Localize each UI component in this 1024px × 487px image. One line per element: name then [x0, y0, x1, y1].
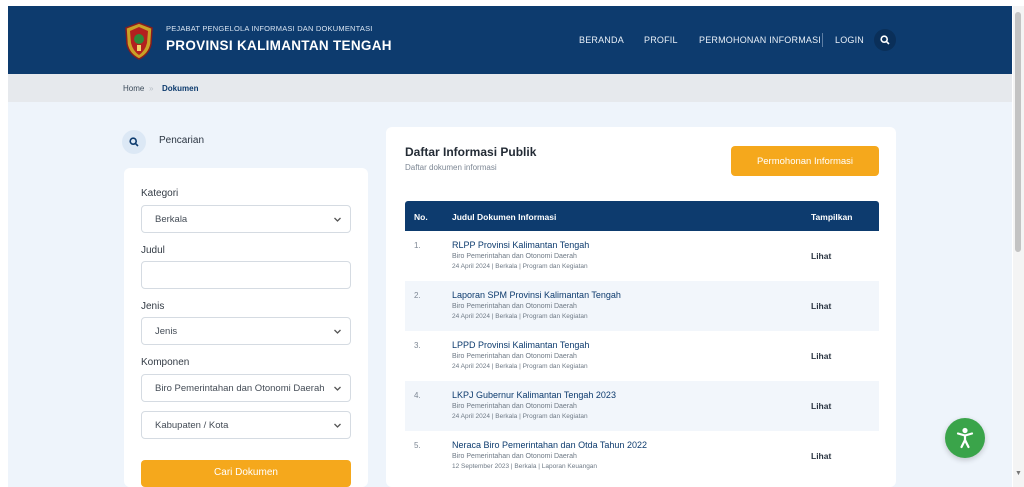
judul-label: Judul — [141, 245, 165, 256]
header-search-button[interactable] — [874, 29, 896, 51]
accessibility-button[interactable] — [945, 418, 985, 458]
accessibility-icon — [956, 427, 974, 449]
kabupaten-value: Kabupaten / Kota — [155, 419, 229, 431]
row-organization: Biro Pemerintahan dan Otonomi Daerah — [452, 253, 577, 260]
nav-profile[interactable]: PROFIL — [644, 35, 678, 45]
row-title-link[interactable]: Neraca Biro Pemerintahan dan Otda Tahun … — [452, 440, 647, 450]
search-heading-badge — [122, 130, 146, 154]
nav-login[interactable]: LOGIN — [835, 35, 864, 45]
row-view-link[interactable]: Lihat — [811, 401, 831, 411]
row-number: 5. — [414, 441, 421, 450]
breadcrumb-separator: » — [149, 84, 154, 93]
nav-divider — [822, 33, 823, 47]
brand-subtitle: PEJABAT PENGELOLA INFORMASI DAN DOKUMENT… — [166, 24, 373, 33]
breadcrumb-current: Dokumen — [162, 84, 199, 93]
row-title-link[interactable]: RLPP Provinsi Kalimantan Tengah — [452, 240, 589, 250]
row-organization: Biro Pemerintahan dan Otonomi Daerah — [452, 353, 577, 360]
row-meta: 24 April 2024 | Berkala | Program dan Ke… — [452, 363, 588, 370]
nav-request[interactable]: PERMOHONAN INFORMASI — [699, 35, 821, 45]
row-view-link[interactable]: Lihat — [811, 251, 831, 261]
row-view-link[interactable]: Lihat — [811, 351, 831, 361]
jenis-select[interactable]: Jenis — [141, 317, 351, 345]
breadcrumb-home[interactable]: Home — [123, 84, 144, 93]
row-meta: 24 April 2024 | Berkala | Program dan Ke… — [452, 313, 588, 320]
provincial-crest-icon[interactable] — [124, 22, 154, 60]
table-row: 5. Neraca Biro Pemerintahan dan Otda Tah… — [405, 431, 879, 481]
row-meta: 24 April 2024 | Berkala | Program dan Ke… — [452, 413, 588, 420]
list-title: Daftar Informasi Publik — [405, 145, 537, 159]
chevron-down-icon — [334, 217, 341, 222]
row-meta: 12 September 2023 | Berkala | Laporan Ke… — [452, 463, 598, 470]
row-organization: Biro Pemerintahan dan Otonomi Daerah — [452, 303, 577, 310]
list-subtitle: Daftar dokumen informasi — [405, 163, 497, 172]
column-title: Judul Dokumen Informasi — [452, 212, 557, 222]
row-title-link[interactable]: LPPD Provinsi Kalimantan Tengah — [452, 340, 589, 350]
row-organization: Biro Pemerintahan dan Otonomi Daerah — [452, 403, 577, 410]
komponen-label: Komponen — [141, 357, 190, 368]
row-number: 4. — [414, 391, 421, 400]
row-number: 3. — [414, 341, 421, 350]
breadcrumb — [8, 74, 1012, 102]
row-organization: Biro Pemerintahan dan Otonomi Daerah — [452, 453, 577, 460]
scroll-down-arrow[interactable]: ▼ — [1013, 470, 1024, 480]
row-view-link[interactable]: Lihat — [811, 301, 831, 311]
kategori-value: Berkala — [155, 213, 188, 225]
chevron-down-icon — [334, 329, 341, 334]
search-icon — [880, 35, 890, 45]
jenis-value: Jenis — [155, 325, 178, 337]
search-icon — [129, 137, 139, 147]
search-heading: Pencarian — [159, 135, 205, 146]
brand-title[interactable]: PROVINSI KALIMANTAN TENGAH — [166, 38, 392, 53]
scrollbar-thumb[interactable] — [1015, 12, 1021, 252]
jenis-label: Jenis — [141, 301, 165, 312]
request-info-button[interactable]: Permohonan Informasi — [731, 146, 879, 176]
search-submit-button[interactable]: Cari Dokumen — [141, 460, 351, 487]
row-number: 1. — [414, 241, 421, 250]
row-title-link[interactable]: LKPJ Gubernur Kalimantan Tengah 2023 — [452, 390, 616, 400]
komponen-select[interactable]: Biro Pemerintahan dan Otonomi Daerah — [141, 374, 351, 402]
kategori-label: Kategori — [141, 188, 179, 199]
chevron-down-icon — [334, 423, 341, 428]
column-no: No. — [414, 212, 428, 222]
kategori-select[interactable]: Berkala — [141, 205, 351, 233]
row-view-link[interactable]: Lihat — [811, 451, 831, 461]
komponen-value: Biro Pemerintahan dan Otonomi Daerah — [155, 382, 325, 394]
nav-home[interactable]: BERANDA — [579, 35, 624, 45]
column-view: Tampilkan — [811, 212, 853, 222]
row-meta: 24 April 2024 | Berkala | Program dan Ke… — [452, 263, 588, 270]
table-row: 4. LKPJ Gubernur Kalimantan Tengah 2023 … — [405, 381, 879, 431]
kabupaten-select[interactable]: Kabupaten / Kota — [141, 411, 351, 439]
row-number: 2. — [414, 291, 421, 300]
table-header: No. Judul Dokumen Informasi Tampilkan — [405, 201, 879, 231]
chevron-down-icon — [334, 386, 341, 391]
table-row: 3. LPPD Provinsi Kalimantan Tengah Biro … — [405, 331, 879, 381]
table-row: 1. RLPP Provinsi Kalimantan Tengah Biro … — [405, 231, 879, 281]
judul-input[interactable] — [141, 261, 351, 289]
table-row: 2. Laporan SPM Provinsi Kalimantan Tenga… — [405, 281, 879, 331]
row-title-link[interactable]: Laporan SPM Provinsi Kalimantan Tengah — [452, 290, 621, 300]
